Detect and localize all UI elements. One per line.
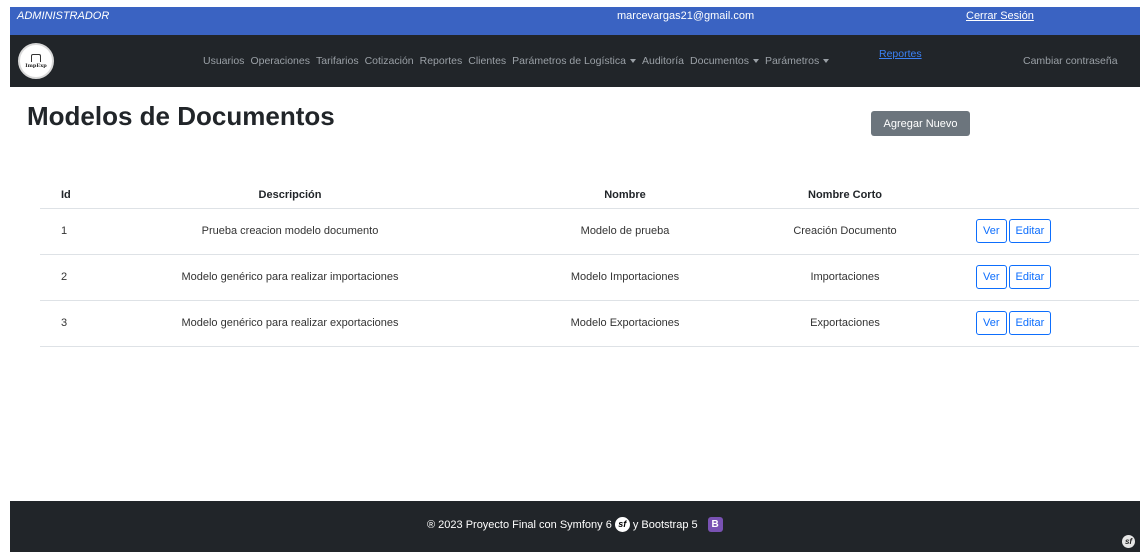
cell-nombre-corto: Importaciones (750, 254, 940, 301)
cell-id: 2 (40, 254, 80, 301)
cell-id: 3 (40, 300, 80, 347)
edit-button[interactable]: Editar (1008, 311, 1052, 335)
view-button[interactable]: Ver (976, 311, 1007, 335)
column-header-nombre-corto: Nombre Corto (750, 183, 940, 209)
nav-item-tarifarios[interactable]: Tarifarios (316, 55, 359, 67)
table-row: 2 Modelo genérico para realizar importac… (40, 254, 1139, 301)
building-icon (31, 53, 41, 62)
user-email: marcevargas21@gmail.com (617, 10, 755, 22)
page-title: Modelos de Documentos (27, 101, 335, 131)
cell-nombre: Modelo Exportaciones (500, 300, 750, 347)
nav-item-clientes[interactable]: Clientes (468, 55, 506, 67)
nav-item-operaciones[interactable]: Operaciones (250, 55, 310, 67)
documents-table: Id Descripción Nombre Nombre Corto 1 Pru… (40, 183, 1139, 347)
nav-item-documentos[interactable]: Documentos (690, 55, 759, 67)
footer-bootstrap-text: y Bootstrap 5 (632, 518, 698, 531)
app-logo[interactable]: ImpExp (18, 43, 54, 79)
nav-item-parametros-logistica[interactable]: Parámetros de Logística (512, 55, 636, 67)
cell-id: 1 (40, 208, 80, 255)
edit-button[interactable]: Editar (1008, 219, 1052, 243)
cell-nombre-corto: Creación Documento (750, 208, 940, 255)
chevron-down-icon (629, 59, 636, 64)
logo-text: ImpExp (25, 62, 47, 69)
column-header-id: Id (40, 183, 80, 209)
add-new-button[interactable]: Agregar Nuevo (871, 111, 970, 136)
nav-item-usuarios[interactable]: Usuarios (203, 55, 244, 67)
nav-item-cotizacion[interactable]: Cotización (365, 55, 414, 67)
table-row: 1 Prueba creacion modelo documento Model… (40, 208, 1139, 255)
view-button[interactable]: Ver (976, 219, 1007, 243)
view-button[interactable]: Ver (976, 265, 1007, 289)
column-header-nombre: Nombre (500, 183, 750, 209)
cell-actions: Ver Editar (940, 208, 1139, 255)
user-role: ADMINISTRADOR (17, 10, 110, 22)
main-navbar: ImpExp Usuarios Operaciones Tarifarios C… (10, 35, 1140, 87)
cell-actions: Ver Editar (940, 300, 1139, 347)
bootstrap-icon: B (707, 517, 723, 532)
cell-nombre: Modelo de prueba (500, 208, 750, 255)
cell-nombre-corto: Exportaciones (750, 300, 940, 347)
column-header-descripcion: Descripción (80, 183, 500, 209)
column-header-actions (940, 183, 1139, 209)
cell-descripcion: Modelo genérico para realizar importacio… (80, 254, 500, 301)
nav-item-parametros[interactable]: Parámetros (765, 55, 830, 67)
cell-actions: Ver Editar (940, 254, 1139, 301)
table-header-row: Id Descripción Nombre Nombre Corto (40, 183, 1139, 209)
table-row: 3 Modelo genérico para realizar exportac… (40, 300, 1139, 347)
change-password-link[interactable]: Cambiar contraseña (1023, 55, 1118, 67)
nav-link-reportes[interactable]: Reportes (879, 48, 922, 60)
footer-copyright: ® 2023 Proyecto Final con Symfony 6 (427, 518, 612, 531)
footer-text: ® 2023 Proyecto Final con Symfony 6 sf y… (427, 517, 723, 532)
edit-button[interactable]: Editar (1008, 265, 1052, 289)
nav-item-reportes[interactable]: Reportes (420, 55, 463, 67)
logout-link[interactable]: Cerrar Sesión (966, 10, 1034, 22)
symfony-toolbar-icon[interactable]: sf (1122, 535, 1135, 548)
nav-item-auditoria[interactable]: Auditoría (642, 55, 684, 67)
chevron-down-icon (752, 59, 759, 64)
cell-descripcion: Prueba creacion modelo documento (80, 208, 500, 255)
chevron-down-icon (823, 59, 830, 64)
nav-menu: Usuarios Operaciones Tarifarios Cotizaci… (203, 55, 835, 67)
top-bar: ADMINISTRADOR marcevargas21@gmail.com Ce… (10, 7, 1140, 35)
footer: ® 2023 Proyecto Final con Symfony 6 sf y… (10, 501, 1140, 552)
cell-descripcion: Modelo genérico para realizar exportacio… (80, 300, 500, 347)
cell-nombre: Modelo Importaciones (500, 254, 750, 301)
symfony-icon: sf (614, 517, 630, 532)
